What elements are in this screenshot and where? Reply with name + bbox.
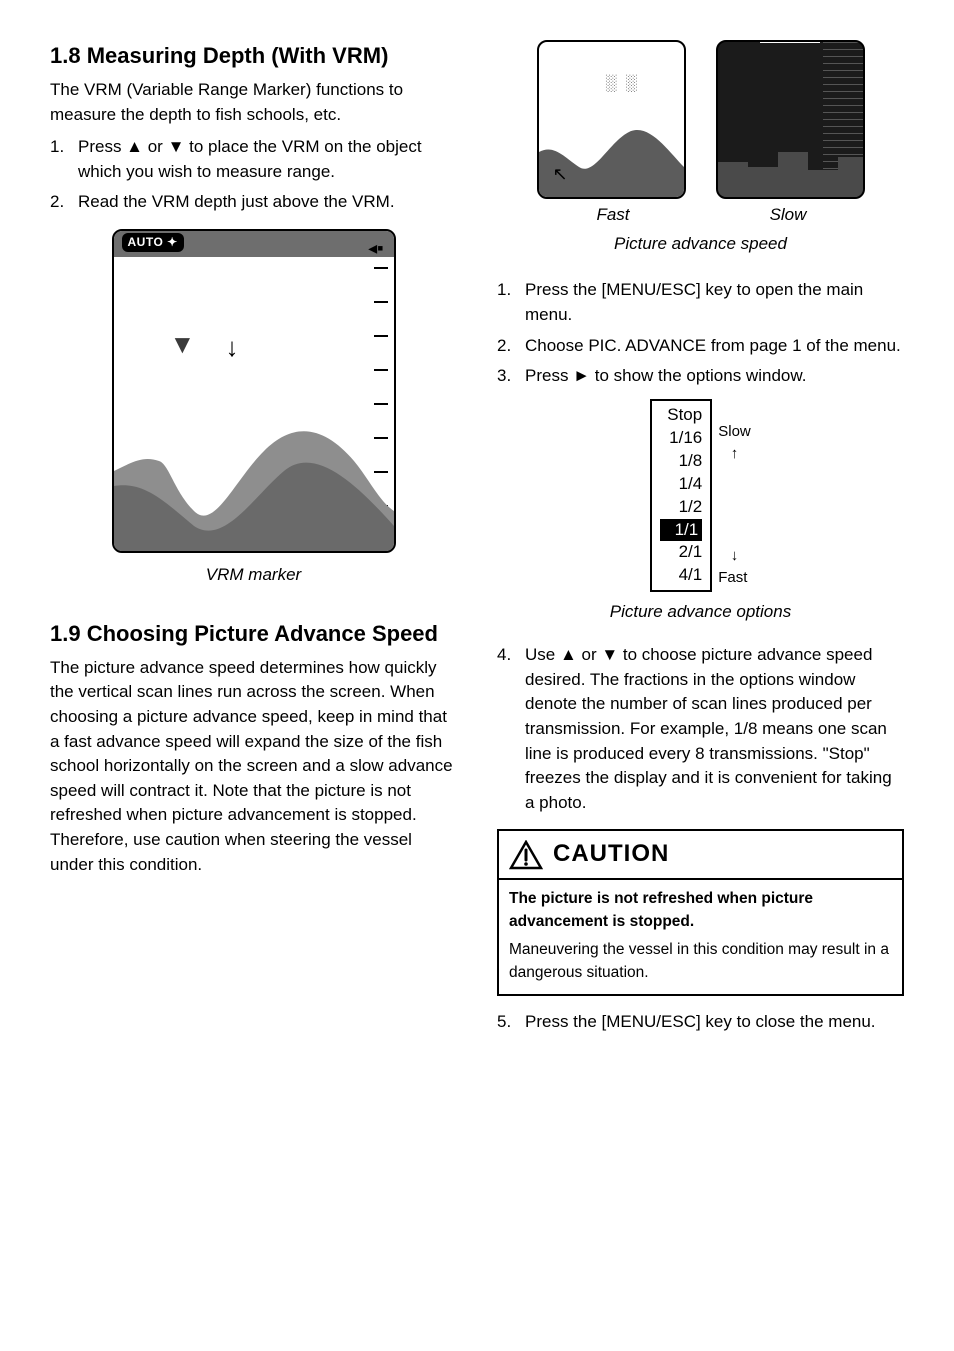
step-text: Press the [MENU/ESC] key to close the me…: [525, 1010, 904, 1035]
section-number: 1.8: [50, 43, 81, 68]
fast-label: Fast: [541, 203, 686, 228]
step-number: 2.: [497, 334, 525, 359]
caution-body: The picture is not refreshed when pictur…: [499, 880, 902, 994]
step-number: 1.: [50, 135, 78, 184]
step-text: Press ▲ or ▼ to place the VRM on the obj…: [78, 135, 457, 184]
fish-icon: ✦: [163, 235, 177, 249]
auto-badge-text: AUTO: [128, 235, 164, 249]
option-item: 2/1: [658, 541, 704, 564]
vrm-probe-icon: ▼: [170, 326, 196, 364]
vrm-steps: 1.Press ▲ or ▼ to place the VRM on the o…: [50, 135, 457, 215]
options-window-figure: Stop 1/16 1/8 1/4 1/2 1/1 2/1 4/1 Slow ↑…: [497, 399, 904, 593]
caution-text: Maneuvering the vessel in this condition…: [509, 939, 892, 984]
warning-triangle-icon: [509, 840, 543, 870]
step-number: 2.: [50, 190, 78, 215]
dual-sonar-labels: Fast Slow: [497, 203, 904, 228]
fish-school-icon: ░: [605, 72, 616, 95]
option-item-selected: 1/1: [658, 519, 704, 542]
auto-badge: AUTO ✦: [122, 233, 184, 252]
caution-header: CAUTION: [499, 831, 902, 880]
vrm-intro: The VRM (Variable Range Marker) function…: [50, 78, 457, 127]
fish-school-icon: ░: [626, 72, 637, 95]
section-1-8-heading: 1.8 Measuring Depth (With VRM): [50, 40, 457, 72]
step-text: Use ▲ or ▼ to choose picture advance spe…: [525, 643, 904, 815]
sonar-seabed: [114, 401, 394, 551]
pic-advance-steps-a: 1.Press the [MENU/ESC] key to open the m…: [497, 278, 904, 389]
step-text: Press ► to show the options window.: [525, 364, 904, 389]
option-item: 1/2: [658, 496, 704, 519]
option-item: 1/16: [658, 427, 704, 450]
options-list: Stop 1/16 1/8 1/4 1/2 1/1 2/1 4/1: [650, 399, 712, 593]
step-number: 4.: [497, 643, 525, 815]
options-caption: Picture advance options: [497, 600, 904, 625]
slow-label: Slow: [718, 421, 751, 443]
vrm-arrow-down-icon: ↓: [226, 329, 239, 367]
dual-sonar-caption: Picture advance speed: [497, 232, 904, 257]
section-number: 1.9: [50, 621, 81, 646]
step-text: Read the VRM depth just above the VRM.: [78, 190, 457, 215]
arrow-up-icon: ↖: [553, 161, 568, 187]
dual-sonar-figure: ░ ░ ↖: [497, 40, 904, 199]
fish-arrow-icon: ◂▪: [368, 235, 383, 261]
fast-label: Fast: [718, 567, 751, 589]
step-text: Choose PIC. ADVANCE from page 1 of the m…: [525, 334, 904, 359]
option-item: 4/1: [658, 564, 704, 587]
section-title: Choosing Picture Advance Speed: [87, 621, 438, 646]
caution-box: CAUTION The picture is not refreshed whe…: [497, 829, 904, 996]
step-number: 1.: [497, 278, 525, 327]
option-item: 1/4: [658, 473, 704, 496]
arrow-down-icon: ↓: [731, 545, 739, 567]
step-text: Press the [MENU/ESC] key to open the mai…: [525, 278, 904, 327]
vrm-figure-caption: VRM marker: [50, 563, 457, 588]
step-number: 5.: [497, 1010, 525, 1035]
option-item: Stop: [658, 404, 704, 427]
options-speed-indicator: Slow ↑ ↓ Fast: [718, 399, 751, 593]
option-item: 1/8: [658, 450, 704, 473]
caution-lead: The picture is not refreshed when pictur…: [509, 888, 892, 933]
pic-advance-intro: The picture advance speed determines how…: [50, 656, 457, 878]
section-1-9-heading: 1.9 Choosing Picture Advance Speed: [50, 618, 457, 650]
pic-advance-step-4: 4.Use ▲ or ▼ to choose picture advance s…: [497, 643, 904, 815]
caution-label: CAUTION: [553, 837, 669, 872]
sonar-fast-frame: ░ ░ ↖: [537, 40, 686, 199]
arrow-up-icon: ↑: [731, 443, 739, 465]
section-title: Measuring Depth (With VRM): [87, 43, 389, 68]
sonar-slow-frame: [716, 40, 865, 199]
step-number: 3.: [497, 364, 525, 389]
pic-advance-step-5: 5.Press the [MENU/ESC] key to close the …: [497, 1010, 904, 1035]
slow-label: Slow: [716, 203, 861, 228]
sonar-figure: AUTO ✦ ◂▪ ▼ ↓: [112, 229, 396, 553]
